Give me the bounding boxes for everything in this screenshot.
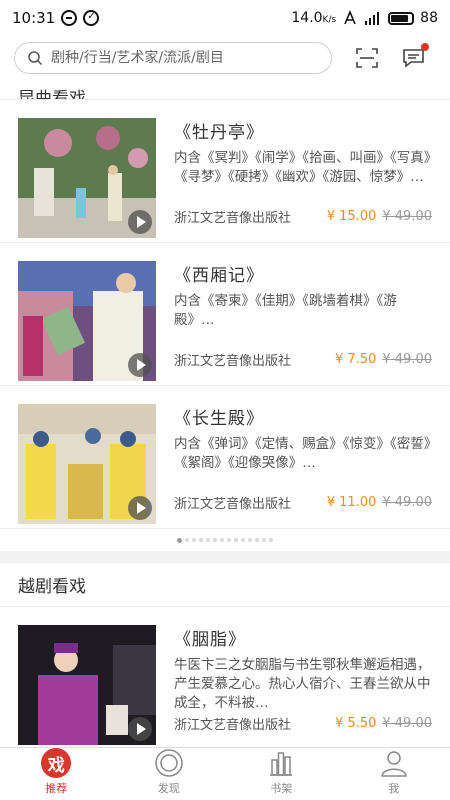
section-kunqu: 昆曲看戏 《牡丹亭》 内含《冥判》《闹学》《拾画、叫画》《写真》《寻梦》《硬拷》… bbox=[0, 80, 450, 551]
video-thumbnail[interactable] bbox=[18, 625, 156, 745]
publisher: 浙江文艺音像出版社 bbox=[174, 211, 292, 226]
pager-dot bbox=[269, 538, 273, 542]
nav-item-me[interactable]: 我 bbox=[338, 748, 450, 800]
pager-dot bbox=[206, 538, 210, 542]
price: ¥ 15.00 bbox=[326, 209, 377, 224]
list-item[interactable]: 《西厢记》 内含《寄柬》《佳期》《跳墙着棋》《游殿》… 浙江文艺音像出版社 ¥ … bbox=[0, 243, 450, 386]
battery-level: 88 bbox=[420, 10, 438, 26]
nfc-icon bbox=[344, 10, 356, 25]
nav-item-bookshelf[interactable]: 书架 bbox=[225, 748, 338, 800]
search-input[interactable] bbox=[51, 50, 311, 66]
publisher: 浙江文艺音像出版社 bbox=[174, 718, 292, 733]
play-icon[interactable] bbox=[128, 496, 152, 520]
nav-label: 书架 bbox=[270, 782, 293, 795]
item-desc: 牛医卞三之女胭脂与书生鄂秋隼邂逅相遇，产生爱慕之心。热心人宿介、王春兰欲从中成全… bbox=[174, 657, 431, 711]
nav-label: 我 bbox=[388, 782, 400, 795]
section-title: 越剧看戏 bbox=[0, 563, 450, 607]
list-item[interactable]: 《长生殿》 内含《弹词》《定情、赐盒》《惊变》《密誓》《絮阁》《迎像哭像》… 浙… bbox=[0, 386, 450, 529]
section-title: 昆曲看戏 bbox=[0, 80, 450, 100]
search-icon bbox=[28, 51, 43, 66]
network-speed: 14.0K/s bbox=[291, 10, 337, 26]
item-desc: 内含《寄柬》《佳期》《跳墙着棋》《游殿》… bbox=[174, 293, 397, 328]
pager-dot bbox=[213, 538, 217, 542]
sync-icon bbox=[61, 10, 78, 26]
scan-icon[interactable] bbox=[356, 48, 378, 68]
nav-item-discover[interactable]: 发现 bbox=[113, 748, 226, 800]
section-yueju: 越剧看戏 《胭脂》 牛医卞三之女胭脂与书生鄂秋隼邂逅相遇，产生爱慕之心。热心人宿… bbox=[0, 563, 450, 747]
item-title[interactable]: 《长生殿》 bbox=[174, 404, 432, 429]
original-price: ¥ 49.00 bbox=[382, 495, 432, 510]
list-item[interactable]: 《胭脂》 牛医卞三之女胭脂与书生鄂秋隼邂逅相遇，产生爱慕之心。热心人宿介、王春兰… bbox=[0, 607, 450, 747]
original-price: ¥ 49.00 bbox=[382, 209, 432, 224]
price: ¥ 7.50 bbox=[335, 352, 377, 367]
pager-dot bbox=[192, 538, 196, 542]
video-thumbnail[interactable] bbox=[18, 118, 156, 238]
play-icon[interactable] bbox=[128, 353, 152, 377]
bottom-nav: 戏 推荐 发现 书架 我 bbox=[0, 747, 450, 800]
list-item[interactable]: 《牡丹亭》 内含《冥判》《闹学》《拾画、叫画》《写真》《寻梦》《硬拷》《幽欢》《… bbox=[0, 100, 450, 243]
price: ¥ 5.50 bbox=[335, 716, 377, 731]
signal-icon bbox=[365, 12, 380, 25]
pager-dot bbox=[227, 538, 231, 542]
item-title[interactable]: 《牡丹亭》 bbox=[174, 118, 432, 143]
nav-item-recommend[interactable]: 戏 推荐 bbox=[0, 748, 113, 800]
play-icon[interactable] bbox=[128, 210, 152, 234]
item-title[interactable]: 《西厢记》 bbox=[174, 261, 432, 286]
original-price: ¥ 49.00 bbox=[382, 716, 432, 731]
price: ¥ 11.00 bbox=[326, 495, 377, 510]
pager-dot bbox=[185, 538, 189, 542]
search-box[interactable] bbox=[14, 42, 332, 74]
item-desc: 内含《冥判》《闹学》《拾画、叫画》《写真》《寻梦》《硬拷》《幽欢》《游园、惊梦》… bbox=[174, 150, 431, 185]
play-icon[interactable] bbox=[128, 717, 152, 741]
nav-label: 推荐 bbox=[45, 782, 68, 795]
item-title[interactable]: 《胭脂》 bbox=[174, 625, 432, 650]
item-desc: 内含《弹词》《定情、赐盒》《惊变》《密誓》《絮阁》《迎像哭像》… bbox=[174, 436, 431, 471]
carousel-pager bbox=[0, 529, 450, 551]
profile-icon bbox=[380, 751, 407, 777]
notification-dot bbox=[421, 43, 429, 51]
pager-dot bbox=[255, 538, 259, 542]
battery-icon bbox=[388, 11, 415, 25]
pager-dot bbox=[234, 538, 238, 542]
video-thumbnail[interactable] bbox=[18, 261, 156, 381]
content-list[interactable]: 昆曲看戏 《牡丹亭》 内含《冥判》《闹学》《拾画、叫画》《写真》《寻梦》《硬拷》… bbox=[0, 80, 450, 747]
status-time: 10:31 bbox=[12, 9, 56, 27]
pager-dot bbox=[262, 538, 266, 542]
publisher: 浙江文艺音像出版社 bbox=[174, 354, 292, 369]
pager-dot bbox=[177, 537, 182, 543]
bookshelf-icon bbox=[270, 752, 293, 776]
nav-label: 发现 bbox=[157, 782, 180, 795]
original-price: ¥ 49.00 bbox=[382, 352, 432, 367]
xi-icon: 戏 bbox=[41, 748, 72, 778]
status-bar: 10:31 14.0K/s 88 bbox=[0, 0, 450, 36]
pager-dot bbox=[199, 538, 203, 542]
pager-dot bbox=[248, 538, 252, 542]
discover-icon bbox=[155, 749, 183, 777]
pager-dot bbox=[220, 538, 224, 542]
pager-dot bbox=[241, 538, 245, 542]
message-icon[interactable] bbox=[402, 43, 429, 69]
video-thumbnail[interactable] bbox=[18, 404, 156, 524]
check-icon bbox=[83, 10, 100, 26]
search-header bbox=[0, 36, 450, 80]
publisher: 浙江文艺音像出版社 bbox=[174, 497, 292, 512]
